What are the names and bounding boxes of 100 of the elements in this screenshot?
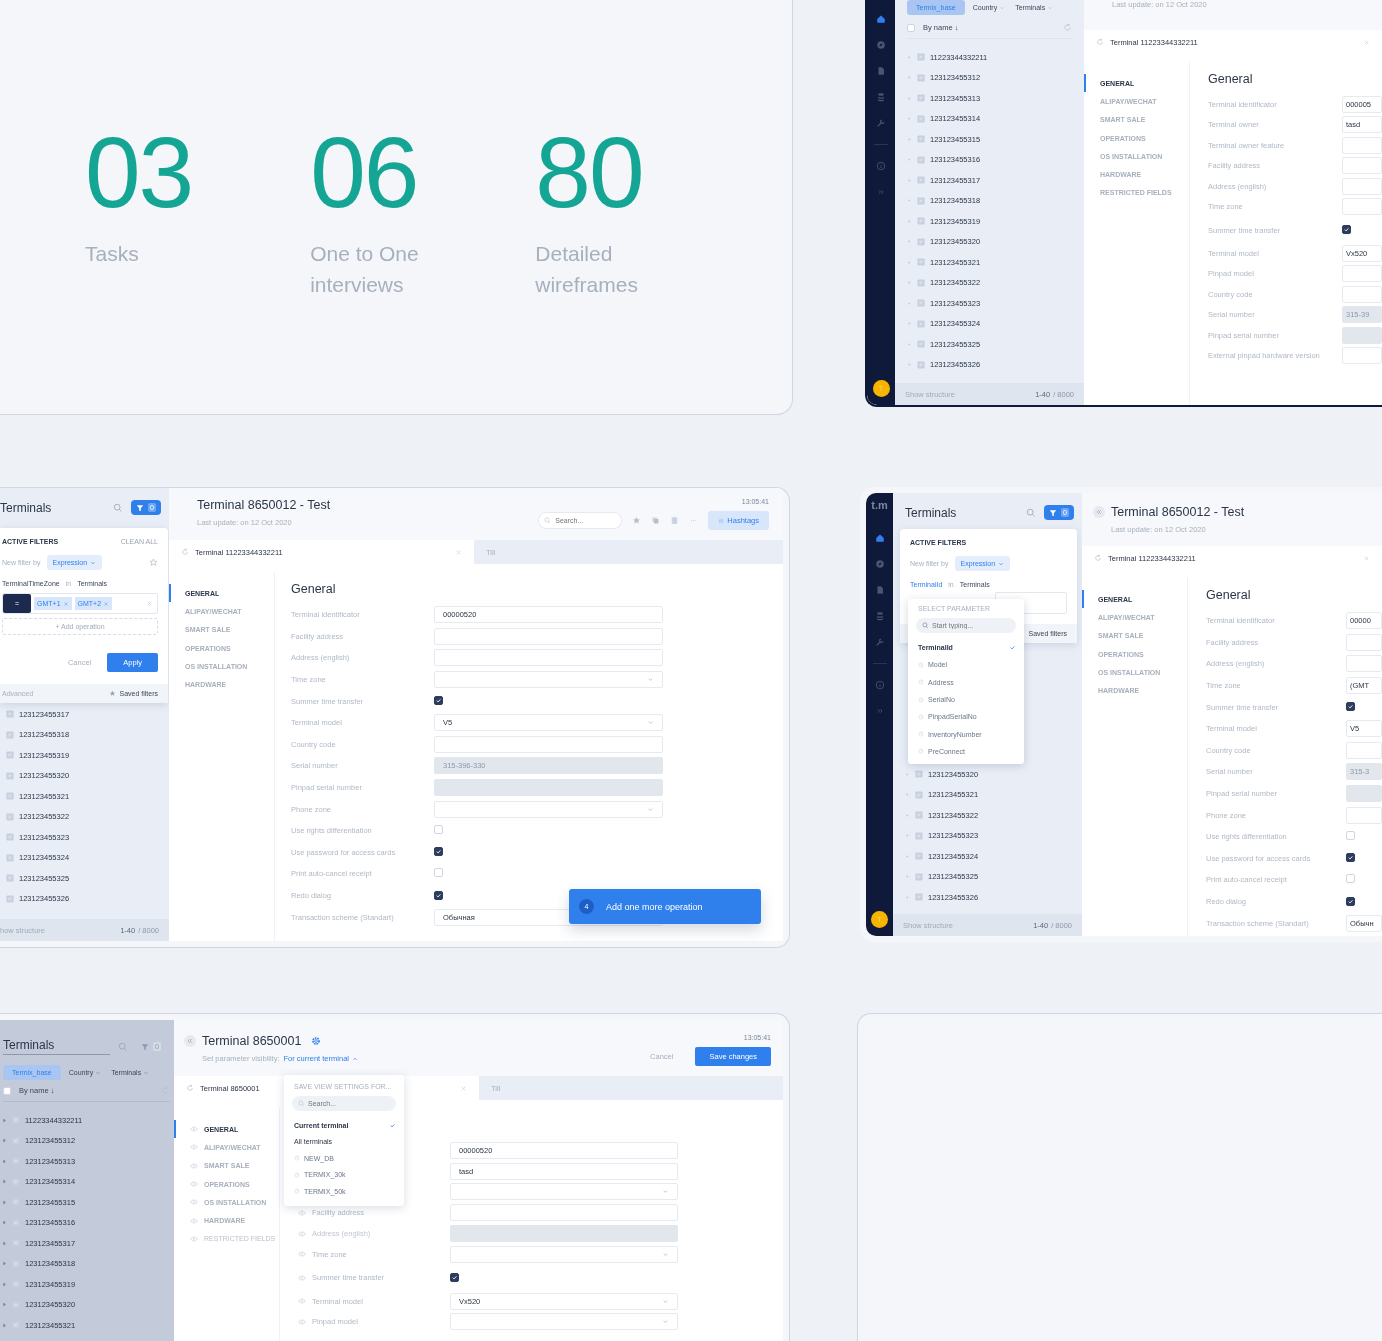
star-icon[interactable] bbox=[149, 558, 158, 567]
compass-icon[interactable] bbox=[876, 40, 886, 50]
select-field[interactable] bbox=[434, 671, 663, 689]
eye-icon[interactable] bbox=[190, 1199, 198, 1206]
input-field[interactable] bbox=[1342, 177, 1382, 195]
checkbox[interactable] bbox=[1346, 896, 1355, 906]
back-button[interactable] bbox=[184, 1035, 196, 1047]
checkbox[interactable] bbox=[434, 890, 443, 900]
info-icon[interactable] bbox=[874, 680, 885, 690]
close-icon[interactable] bbox=[1363, 38, 1370, 46]
select-field[interactable] bbox=[450, 1183, 678, 1201]
select-field[interactable] bbox=[450, 1245, 678, 1263]
checkbox[interactable] bbox=[434, 847, 443, 857]
refresh-icon[interactable] bbox=[1096, 38, 1104, 46]
input-field[interactable] bbox=[434, 735, 663, 753]
eye-icon[interactable] bbox=[298, 1230, 306, 1237]
expand-arrow-icon[interactable] bbox=[2, 1240, 7, 1246]
refresh-icon[interactable] bbox=[186, 1084, 194, 1092]
input-field[interactable] bbox=[1342, 157, 1382, 175]
home-icon[interactable] bbox=[874, 533, 885, 543]
eye-icon[interactable] bbox=[298, 1251, 306, 1258]
input-field[interactable] bbox=[1342, 285, 1382, 303]
expand-arrow-icon[interactable] bbox=[907, 198, 912, 204]
wrench-icon[interactable] bbox=[876, 118, 886, 128]
expand-arrow-icon[interactable] bbox=[905, 894, 910, 900]
eye-icon[interactable] bbox=[190, 1126, 198, 1133]
expand-arrow-icon[interactable] bbox=[2, 1322, 7, 1328]
eye-icon[interactable] bbox=[190, 1144, 198, 1151]
expand-arrow-icon[interactable] bbox=[907, 54, 912, 60]
expand-arrow-icon[interactable] bbox=[2, 1179, 7, 1185]
trash-icon[interactable] bbox=[670, 516, 680, 525]
refresh-icon[interactable] bbox=[1094, 554, 1102, 562]
remove-icon[interactable] bbox=[103, 600, 110, 607]
eye-icon[interactable] bbox=[298, 1298, 306, 1305]
expand-arrow-icon[interactable] bbox=[2, 1199, 7, 1205]
expand-arrow-icon[interactable] bbox=[907, 280, 912, 286]
expand-arrow-icon[interactable] bbox=[905, 853, 910, 859]
eye-icon[interactable] bbox=[190, 1162, 198, 1169]
expand-arrow-icon[interactable] bbox=[2, 1281, 7, 1287]
search-icon[interactable] bbox=[113, 502, 124, 513]
close-icon[interactable] bbox=[455, 548, 462, 556]
eye-icon[interactable] bbox=[298, 1274, 306, 1281]
expand-arrow-icon[interactable] bbox=[907, 362, 912, 368]
expand-arrow-icon[interactable] bbox=[907, 75, 912, 81]
compass-icon[interactable] bbox=[874, 559, 885, 569]
input-field[interactable] bbox=[1346, 655, 1382, 673]
checkbox[interactable] bbox=[1346, 702, 1355, 712]
refresh-icon[interactable] bbox=[181, 548, 189, 556]
settings-icon[interactable] bbox=[311, 1036, 322, 1046]
expand-arrow-icon[interactable] bbox=[907, 136, 912, 142]
info-icon[interactable] bbox=[876, 161, 886, 171]
database-icon[interactable] bbox=[876, 92, 886, 102]
input-field[interactable] bbox=[434, 649, 663, 667]
logo[interactable]: t.m bbox=[871, 499, 888, 511]
double-chevron-icon[interactable] bbox=[876, 187, 886, 197]
expand-arrow-icon[interactable] bbox=[907, 300, 912, 306]
input-field[interactable] bbox=[1346, 633, 1382, 651]
input-field[interactable] bbox=[1342, 347, 1382, 365]
input-field[interactable] bbox=[450, 1204, 678, 1222]
checkbox[interactable] bbox=[1346, 853, 1355, 863]
expand-arrow-icon[interactable] bbox=[907, 341, 912, 347]
expand-arrow-icon[interactable] bbox=[905, 812, 910, 818]
select-field[interactable] bbox=[450, 1313, 678, 1331]
eye-icon[interactable] bbox=[190, 1181, 198, 1188]
expand-arrow-icon[interactable] bbox=[905, 874, 910, 880]
home-icon[interactable] bbox=[876, 14, 886, 24]
expand-arrow-icon[interactable] bbox=[907, 157, 912, 163]
eye-icon[interactable] bbox=[298, 1318, 306, 1325]
document-icon[interactable] bbox=[876, 66, 886, 76]
checkbox[interactable] bbox=[434, 696, 443, 706]
expand-arrow-icon[interactable] bbox=[907, 239, 912, 245]
expand-arrow-icon[interactable] bbox=[907, 218, 912, 224]
expand-arrow-icon[interactable] bbox=[905, 771, 910, 777]
remove-icon[interactable] bbox=[62, 600, 69, 607]
close-icon[interactable] bbox=[1363, 554, 1370, 562]
eye-icon[interactable] bbox=[298, 1209, 306, 1216]
input-field[interactable] bbox=[1342, 265, 1382, 283]
expand-arrow-icon[interactable] bbox=[2, 1138, 7, 1144]
expand-arrow-icon[interactable] bbox=[2, 1302, 7, 1308]
checkbox[interactable] bbox=[450, 1272, 459, 1282]
star-icon[interactable] bbox=[632, 516, 642, 525]
select-field[interactable] bbox=[434, 800, 663, 818]
expand-arrow-icon[interactable] bbox=[2, 1117, 7, 1123]
expand-arrow-icon[interactable] bbox=[907, 177, 912, 183]
search-icon[interactable] bbox=[1026, 507, 1037, 518]
eye-icon[interactable] bbox=[190, 1217, 198, 1224]
expand-arrow-icon[interactable] bbox=[905, 833, 910, 839]
expand-arrow-icon[interactable] bbox=[907, 95, 912, 101]
expand-arrow-icon[interactable] bbox=[907, 116, 912, 122]
expand-arrow-icon[interactable] bbox=[2, 1261, 7, 1267]
expand-arrow-icon[interactable] bbox=[2, 1158, 7, 1164]
expand-arrow-icon[interactable] bbox=[905, 792, 910, 798]
database-icon[interactable] bbox=[874, 611, 885, 621]
copy-icon[interactable] bbox=[651, 516, 661, 525]
refresh-icon[interactable] bbox=[1063, 23, 1072, 32]
input-field[interactable] bbox=[1346, 806, 1382, 824]
wrench-icon[interactable] bbox=[874, 637, 885, 647]
clear-icon[interactable] bbox=[146, 600, 153, 607]
expand-arrow-icon[interactable] bbox=[2, 1220, 7, 1226]
close-icon[interactable] bbox=[460, 1084, 467, 1092]
